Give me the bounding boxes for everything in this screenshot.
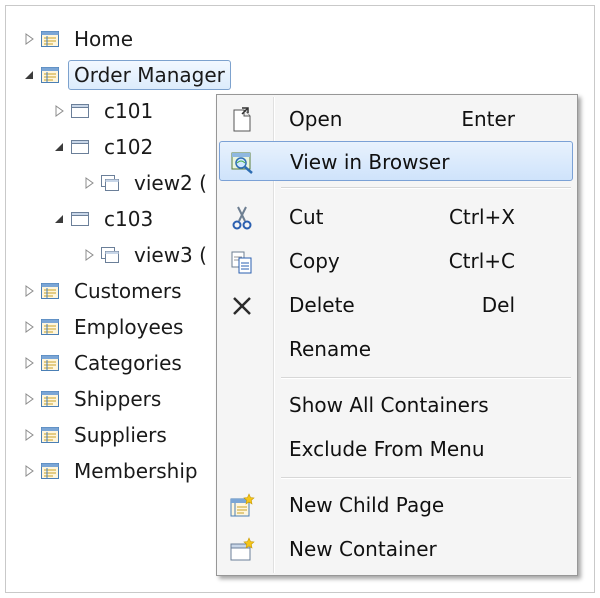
tree-item-label: c101 bbox=[104, 99, 154, 123]
tree-item-label: Suppliers bbox=[74, 423, 167, 447]
menu-item-label: Delete bbox=[289, 293, 355, 317]
tree-item-label: Shippers bbox=[74, 387, 162, 411]
tree-item-home[interactable]: Home bbox=[22, 24, 139, 54]
collapse-arrow-icon[interactable] bbox=[52, 209, 66, 229]
menu-item-exclude-from-menu[interactable]: Exclude From Menu bbox=[219, 429, 573, 469]
expand-arrow-icon[interactable] bbox=[82, 245, 96, 265]
tree-item-view2[interactable]: view2 ( bbox=[82, 168, 213, 198]
menu-separator bbox=[281, 187, 571, 189]
tree-item-label: view2 ( bbox=[134, 171, 207, 195]
menu-item-label: Cut bbox=[289, 205, 324, 229]
tree-item-shippers[interactable]: Shippers bbox=[22, 384, 167, 414]
page-icon bbox=[40, 390, 60, 408]
tree-item-label: view3 ( bbox=[134, 243, 207, 267]
expand-arrow-icon[interactable] bbox=[22, 281, 36, 301]
tree-item-view3[interactable]: view3 ( bbox=[82, 240, 213, 270]
menu-item-label: New Container bbox=[289, 537, 437, 561]
container-icon bbox=[70, 210, 90, 228]
delete-x-icon bbox=[229, 293, 255, 319]
view-icon bbox=[100, 174, 120, 192]
expand-arrow-icon[interactable] bbox=[52, 101, 66, 121]
tree-item-label: Categories bbox=[74, 351, 182, 375]
menu-item-label: View in Browser bbox=[290, 150, 450, 174]
menu-item-rename[interactable]: Rename bbox=[219, 329, 573, 369]
menu-item-show-all-containers[interactable]: Show All Containers bbox=[219, 385, 573, 425]
page-icon bbox=[40, 462, 60, 480]
tree-item-label: Order Manager bbox=[68, 60, 231, 90]
container-icon bbox=[70, 102, 90, 120]
expand-arrow-icon[interactable] bbox=[22, 317, 36, 337]
view-in-browser-icon bbox=[230, 150, 256, 176]
page-icon bbox=[40, 30, 60, 48]
tree-item-label: Employees bbox=[74, 315, 184, 339]
tree-item-customers[interactable]: Customers bbox=[22, 276, 188, 306]
tree-item-label: Membership bbox=[74, 459, 198, 483]
menu-item-label: Open bbox=[289, 107, 343, 131]
expand-arrow-icon[interactable] bbox=[22, 29, 36, 49]
container-icon bbox=[70, 138, 90, 156]
tree-item-categories[interactable]: Categories bbox=[22, 348, 188, 378]
page-icon bbox=[40, 318, 60, 336]
menu-item-open[interactable]: Open Enter bbox=[219, 99, 573, 139]
collapse-arrow-icon[interactable] bbox=[52, 137, 66, 157]
open-document-icon bbox=[229, 107, 255, 133]
menu-item-shortcut: Enter bbox=[461, 107, 515, 131]
menu-item-new-child-page[interactable]: New Child Page bbox=[219, 485, 573, 525]
new-container-icon bbox=[229, 537, 255, 563]
menu-item-label: Show All Containers bbox=[289, 393, 489, 417]
page-icon bbox=[40, 426, 60, 444]
menu-separator bbox=[281, 477, 571, 479]
menu-item-shortcut: Ctrl+X bbox=[448, 205, 515, 229]
expand-arrow-icon[interactable] bbox=[22, 461, 36, 481]
menu-item-label: Rename bbox=[289, 337, 372, 361]
new-child-page-icon bbox=[229, 493, 255, 519]
menu-item-label: Copy bbox=[289, 249, 340, 273]
menu-item-shortcut: Ctrl+C bbox=[448, 249, 515, 273]
page-icon bbox=[40, 282, 60, 300]
tree-item-label: Customers bbox=[74, 279, 182, 303]
menu-item-view-in-browser[interactable]: View in Browser bbox=[219, 141, 573, 181]
tree-item-label: Home bbox=[74, 27, 134, 51]
menu-item-copy[interactable]: Copy Ctrl+C bbox=[219, 241, 573, 281]
tree-item-order-manager[interactable]: Order Manager bbox=[22, 60, 231, 90]
expand-arrow-icon[interactable] bbox=[22, 425, 36, 445]
expand-arrow-icon[interactable] bbox=[22, 353, 36, 373]
collapse-arrow-icon[interactable] bbox=[22, 65, 36, 85]
page-icon bbox=[40, 354, 60, 372]
menu-item-cut[interactable]: Cut Ctrl+X bbox=[219, 197, 573, 237]
view-icon bbox=[100, 246, 120, 264]
expand-arrow-icon[interactable] bbox=[22, 389, 36, 409]
copy-icon bbox=[229, 249, 255, 275]
menu-separator bbox=[281, 377, 571, 379]
menu-item-delete[interactable]: Delete Del bbox=[219, 285, 573, 325]
expand-arrow-icon[interactable] bbox=[82, 173, 96, 193]
tree-item-c102[interactable]: c102 bbox=[52, 132, 159, 162]
menu-item-label: New Child Page bbox=[289, 493, 445, 517]
tree-item-suppliers[interactable]: Suppliers bbox=[22, 420, 173, 450]
tree-item-label: c103 bbox=[104, 207, 154, 231]
scissors-icon bbox=[229, 205, 255, 231]
tree-item-c103[interactable]: c103 bbox=[52, 204, 159, 234]
menu-item-new-container[interactable]: New Container bbox=[219, 529, 573, 569]
tree-item-membership[interactable]: Membership bbox=[22, 456, 204, 486]
tree-item-label: c102 bbox=[104, 135, 154, 159]
menu-item-label: Exclude From Menu bbox=[289, 437, 485, 461]
tree-item-employees[interactable]: Employees bbox=[22, 312, 189, 342]
menu-item-shortcut: Del bbox=[481, 293, 515, 317]
context-menu: Open Enter View in Browser Cut Ctrl+X Co… bbox=[216, 94, 578, 576]
page-icon bbox=[40, 66, 60, 84]
tree-item-c101[interactable]: c101 bbox=[52, 96, 159, 126]
